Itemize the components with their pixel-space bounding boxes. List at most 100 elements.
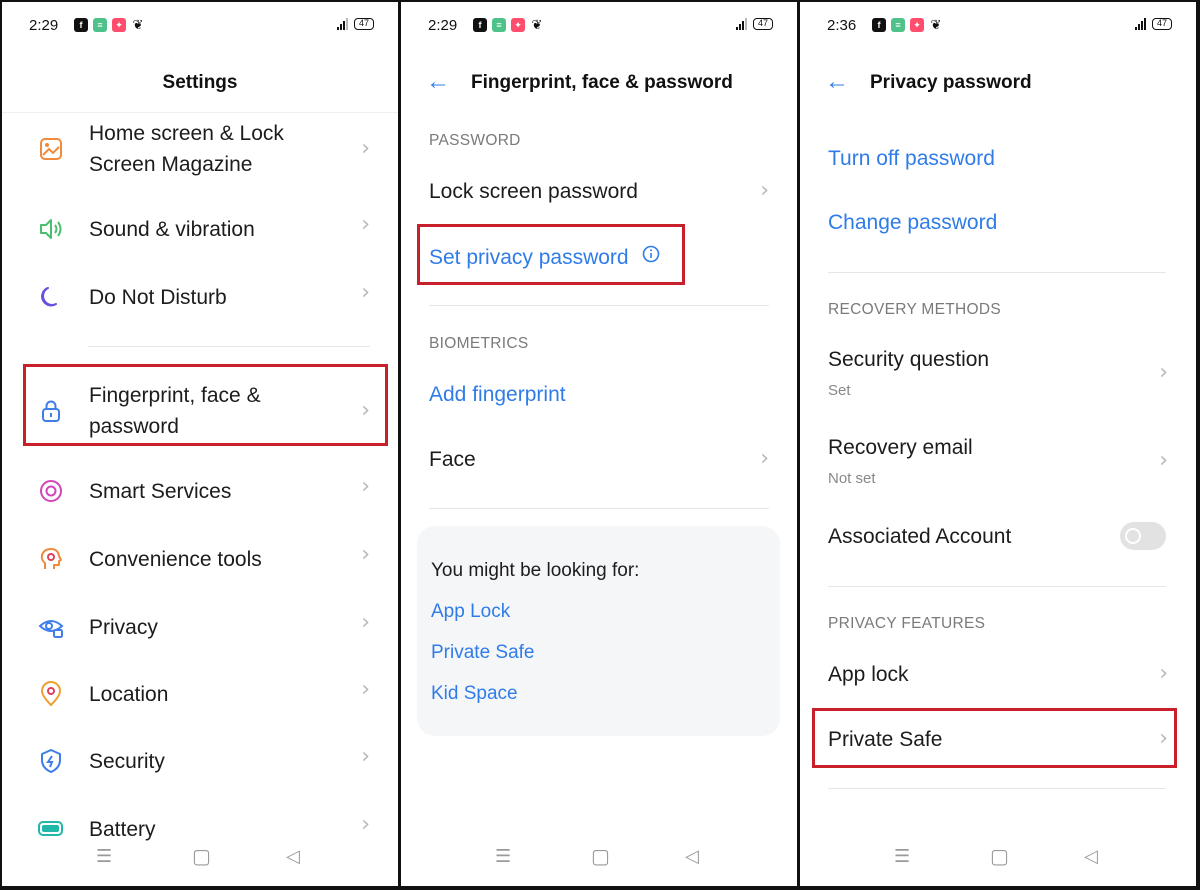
wallpaper-icon — [40, 138, 62, 160]
suggestion-link-private-safe[interactable]: Private Safe — [431, 642, 535, 664]
notification-icons: f ≡ ✦ ❦ — [74, 18, 145, 32]
section-header-password: PASSWORD — [429, 132, 521, 149]
facebook-icon: f — [74, 18, 88, 32]
toggle-knob — [1125, 528, 1141, 544]
lock-screen-password-item[interactable]: Lock screen password — [429, 180, 638, 204]
facebook-icon: f — [872, 18, 886, 32]
divider — [828, 272, 1166, 273]
settings-item-label: Battery — [89, 818, 156, 841]
chevron-right-icon: › — [361, 136, 370, 161]
settings-item-label: Privacy — [89, 616, 158, 639]
settings-item-home-screen[interactable]: Home screen & Lock Screen Magazine › — [2, 118, 398, 182]
settings-item-location[interactable]: Location › — [2, 677, 398, 713]
suggestion-card: You might be looking for: App Lock Priva… — [417, 526, 780, 736]
change-password-link[interactable]: Change password — [828, 211, 997, 235]
screenshot-frame: 2:29 f ≡ ✦ ❦ 47 Settings Home screen & L… — [0, 0, 1200, 890]
settings-item-label: Sound & vibration — [89, 218, 255, 241]
face-item[interactable]: Face — [429, 448, 476, 472]
signal-icon — [337, 18, 348, 30]
settings-item-privacy[interactable]: Privacy › — [2, 610, 398, 646]
status-time: 2:36 — [827, 17, 857, 34]
settings-item-do-not-disturb[interactable]: Do Not Disturb › — [2, 280, 398, 316]
back-arrow-icon[interactable]: ← — [825, 68, 849, 96]
privacy-password-screen: 2:36 f ≡ ✦ ❦ 47 ← Privacy password · · ·… — [800, 2, 1196, 886]
settings-item-battery[interactable]: Battery › — [2, 812, 398, 842]
app-notification-icon: ≡ — [492, 18, 506, 32]
shield-icon — [41, 749, 61, 773]
app-notification-icon: ❦ — [531, 17, 543, 32]
chevron-right-icon: › — [361, 744, 370, 769]
divider — [88, 346, 370, 347]
chevron-right-icon: › — [361, 677, 370, 702]
settings-item-sound[interactable]: Sound & vibration › — [2, 212, 398, 248]
back-nav-icon[interactable]: ◁ — [685, 846, 699, 867]
section-header-biometrics: BIOMETRICS — [429, 335, 529, 352]
facebook-icon: f — [473, 18, 487, 32]
associated-account-item: Associated Account — [828, 525, 1012, 548]
settings-item-label: Location — [89, 683, 169, 706]
menu-icon[interactable]: ☰ — [894, 846, 910, 867]
chevron-right-icon: › — [361, 542, 370, 567]
chevron-right-icon: › — [760, 446, 769, 471]
status-bar: 2:36 f ≡ ✦ ❦ 47 — [800, 14, 1196, 38]
status-right: 47 — [1135, 18, 1172, 30]
home-icon[interactable]: ▢ — [591, 844, 610, 869]
app-notification-icon: ✦ — [511, 18, 525, 32]
divider — [429, 508, 769, 509]
location-pin-icon — [40, 681, 62, 707]
app-notification-icon: ≡ — [93, 18, 107, 32]
scrolled-text-edge: · · · · · · · · — [828, 828, 942, 836]
page-title: Privacy password — [870, 72, 1032, 93]
app-lock-item[interactable]: App lock — [828, 663, 909, 687]
chevron-right-icon: › — [361, 212, 370, 237]
menu-icon[interactable]: ☰ — [495, 846, 511, 867]
home-icon[interactable]: ▢ — [990, 844, 1009, 869]
nav-bar: ☰ ▢ ◁ — [2, 846, 398, 872]
status-right: 47 — [337, 18, 374, 30]
home-icon[interactable]: ▢ — [192, 844, 211, 869]
settings-item-label: Convenience tools — [89, 548, 262, 571]
add-fingerprint-link[interactable]: Add fingerprint — [429, 383, 566, 407]
highlight-box — [812, 708, 1177, 768]
back-nav-icon[interactable]: ◁ — [286, 846, 300, 867]
suggestion-link-kid-space[interactable]: Kid Space — [431, 683, 518, 705]
settings-item-security[interactable]: Security › — [2, 744, 398, 780]
settings-item-label: Smart Services — [89, 480, 232, 503]
security-question-value: Set — [828, 382, 851, 399]
back-nav-icon[interactable]: ◁ — [1084, 846, 1098, 867]
suggestion-link-app-lock[interactable]: App Lock — [431, 601, 510, 623]
fingerprint-face-password-screen: 2:29 f ≡ ✦ ❦ 47 ← Fingerprint, face & pa… — [401, 2, 797, 886]
signal-icon — [736, 18, 747, 30]
section-header-recovery: RECOVERY METHODS — [828, 301, 1002, 318]
page-title: Settings — [162, 72, 238, 93]
chevron-right-icon: › — [1159, 360, 1168, 385]
settings-item-convenience-tools[interactable]: Convenience tools › — [2, 542, 398, 578]
turn-off-password-link[interactable]: Turn off password — [828, 147, 995, 171]
highlight-box — [23, 364, 388, 446]
settings-item-label: Do Not Disturb — [89, 286, 227, 309]
chevron-right-icon: › — [361, 610, 370, 635]
nav-bar: ☰ ▢ ◁ — [401, 846, 797, 872]
security-question-item[interactable]: Security question — [828, 348, 989, 372]
speaker-icon — [40, 219, 62, 239]
settings-item-label: Screen Magazine — [89, 153, 253, 176]
app-notification-icon: ✦ — [112, 18, 126, 32]
settings-item-label: Security — [89, 750, 165, 773]
recovery-email-item[interactable]: Recovery email — [828, 436, 973, 460]
chevron-right-icon: › — [1159, 448, 1168, 473]
battery-indicator: 47 — [1152, 18, 1172, 30]
divider — [429, 305, 769, 306]
app-notification-icon: ❦ — [132, 17, 144, 32]
settings-item-smart-services[interactable]: Smart Services › — [2, 474, 398, 510]
associated-account-toggle[interactable] — [1120, 522, 1166, 550]
divider — [828, 586, 1166, 587]
chevron-right-icon: › — [760, 178, 769, 203]
battery-indicator: 47 — [753, 18, 773, 30]
eye-lock-icon — [38, 620, 64, 638]
chevron-right-icon: › — [361, 812, 370, 837]
highlight-box — [417, 224, 685, 285]
back-arrow-icon[interactable]: ← — [426, 68, 450, 96]
moon-icon — [41, 287, 57, 307]
menu-icon[interactable]: ☰ — [96, 846, 112, 867]
status-bar: 2:29 f ≡ ✦ ❦ 47 — [2, 14, 398, 38]
